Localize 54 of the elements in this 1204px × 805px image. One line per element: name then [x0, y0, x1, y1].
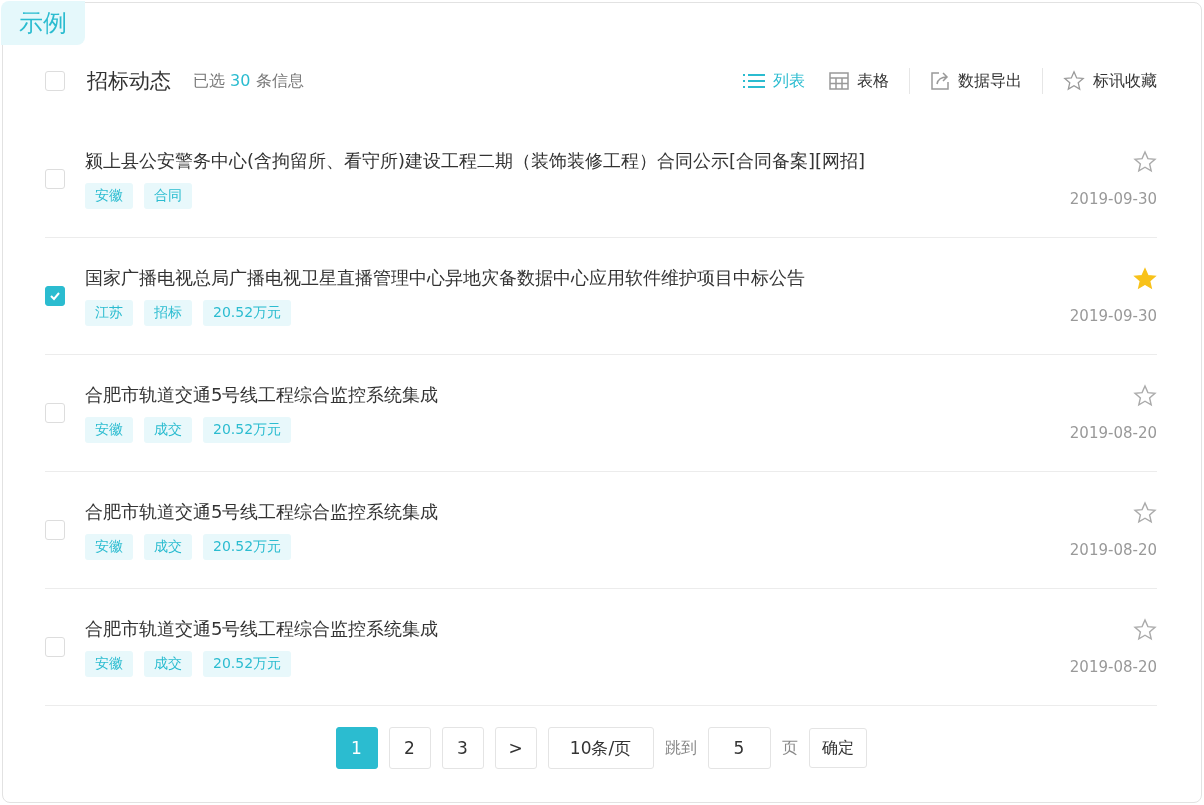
page-size-select[interactable]: 10条/页 — [547, 727, 654, 769]
tag: 安徽 — [85, 651, 133, 677]
export-icon — [930, 71, 950, 91]
notice-title-link[interactable]: 颍上县公安警务中心(含拘留所、看守所)建设工程二期（装饰装修工程）合同公示[合同备案][网招] — [85, 149, 1070, 173]
tag: 合同 — [144, 183, 192, 209]
view-toggle[interactable]: 表格 — [829, 70, 889, 92]
star-outline-icon — [1063, 70, 1085, 92]
notice-title-link[interactable]: 合肥市轨道交通5号线工程综合监控系统集成 — [85, 383, 1070, 407]
row-checkbox[interactable] — [45, 169, 65, 189]
page-input-field[interactable]: 5 — [707, 727, 771, 769]
date-text: 2019-08-20 — [1069, 658, 1157, 676]
row-checkbox[interactable] — [45, 520, 65, 540]
list-icon — [743, 74, 765, 88]
selected-count-text: 已选 30 条信息 — [193, 70, 304, 92]
tag: 20.52万元 — [203, 534, 292, 560]
star-outline-icon[interactable] — [1133, 150, 1157, 174]
table-icon — [829, 72, 849, 90]
tag: 20.52万元 — [203, 651, 292, 677]
tag: 成交 — [144, 417, 192, 443]
page-unit-label: 页 — [781, 737, 798, 759]
row-checkbox[interactable] — [45, 637, 65, 657]
tag: 20.52万元 — [203, 300, 292, 326]
section-title: 招标动态 — [87, 68, 171, 95]
tag: 招标 — [144, 300, 192, 326]
tag: 成交 — [144, 651, 192, 677]
tag: 安徽 — [85, 534, 133, 560]
tag: 江苏 — [85, 300, 133, 326]
toolbar-button[interactable]: 标讯收藏 — [1063, 70, 1157, 92]
example-badge: 示例 — [1, 1, 85, 45]
date-text: 2019-09-30 — [1069, 307, 1157, 325]
next-page-button[interactable]: > — [494, 727, 537, 769]
notice-title-link[interactable]: 国家广播电视总局广播电视卫星直播管理中心异地灾备数据中心应用软件维护项目中标公告 — [85, 266, 1070, 290]
jump-label: 跳到 — [664, 737, 697, 759]
star-filled-icon[interactable] — [1133, 267, 1157, 291]
star-outline-icon[interactable] — [1133, 384, 1157, 408]
page-button[interactable]: 2 — [388, 727, 431, 769]
row-checkbox[interactable] — [45, 286, 65, 306]
checkmark-icon — [49, 290, 61, 302]
notice-title-link[interactable]: 合肥市轨道交通5号线工程综合监控系统集成 — [85, 500, 1070, 524]
date-text: 2019-09-30 — [1069, 190, 1157, 208]
page-button[interactable]: 3 — [441, 727, 484, 769]
tag: 成交 — [144, 534, 192, 560]
confirm-button[interactable]: 确定 — [808, 728, 867, 768]
select-all-checkbox[interactable] — [45, 71, 65, 91]
tag: 安徽 — [85, 417, 133, 443]
notice-title-link[interactable]: 合肥市轨道交通5号线工程综合监控系统集成 — [85, 617, 1070, 641]
tag: 安徽 — [85, 183, 133, 209]
star-outline-icon[interactable] — [1133, 501, 1157, 525]
row-checkbox[interactable] — [45, 403, 65, 423]
tag: 20.52万元 — [203, 417, 292, 443]
date-text: 2019-08-20 — [1069, 424, 1157, 442]
star-outline-icon[interactable] — [1133, 618, 1157, 642]
date-text: 2019-08-20 — [1069, 541, 1157, 559]
toolbar-button[interactable]: 数据导出 — [930, 70, 1022, 92]
